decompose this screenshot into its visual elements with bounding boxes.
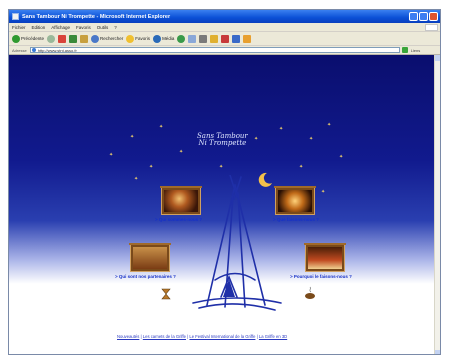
close-button[interactable] [429,12,438,21]
cauldron-icon [305,286,315,299]
partners-link[interactable]: > Qui sont nos partenaires ? [115,274,176,279]
refresh-icon [69,34,78,43]
scroll-down-arrow[interactable] [435,350,440,354]
forward-arrow-icon [47,34,56,43]
folder-icon [210,34,219,43]
logo-line-2: Ni Trompette [198,139,247,147]
site-logo[interactable]: Sans Tambour Ni Trompette [197,133,248,147]
history-button[interactable] [177,34,186,43]
minimize-button[interactable] [409,12,418,21]
home-button[interactable] [80,34,89,43]
menu-file[interactable]: Fichier [12,25,26,30]
extra-button[interactable] [243,34,252,43]
footer-link-news[interactable]: Nouveautés [117,334,139,339]
messenger-icon [232,34,241,43]
star-icon: ✦ [159,124,164,130]
history-icon [177,34,186,43]
hanging-rod [129,243,171,245]
footer-link-festival[interactable]: Le Festival International de la Griffe [189,334,255,339]
favorites-label: Favoris [135,36,151,41]
mail-button[interactable] [188,34,197,43]
address-url: http://www.stnt.asso.fr [37,48,77,53]
discuss-icon [221,34,230,43]
edit-button[interactable] [210,34,219,43]
star-icon: ✦ [109,152,114,158]
hourglass-icon [161,288,171,300]
ie-icon [12,13,19,20]
star-icon: ✦ [130,134,135,140]
back-label: Précédente [21,36,45,41]
mail-icon [188,34,197,43]
print-button[interactable] [199,34,208,43]
star-icon [126,34,135,43]
star-icon: ✦ [254,136,259,142]
vertical-scrollbar[interactable] [434,55,440,354]
messenger-button[interactable] [232,34,241,43]
media-icon [153,34,162,43]
photo-why-link[interactable] [304,243,346,271]
stop-icon [58,34,67,43]
menu-bar: Fichier Edition Affichage Favoris Outils… [9,23,440,32]
star-icon: ✦ [149,164,154,170]
page-icon [31,48,36,52]
print-icon [199,34,208,43]
discuss-button[interactable] [221,34,230,43]
go-button[interactable] [401,47,408,53]
menu-edit[interactable]: Edition [32,25,46,30]
home-icon [80,34,89,43]
hanging-rod [304,243,346,245]
forward-button[interactable] [47,34,56,43]
menu-view[interactable]: Affichage [51,25,70,30]
footer-link-carnets[interactable]: Les carnets de la Griffe [143,334,186,339]
links-label[interactable]: Liens [411,48,421,53]
star-icon: ✦ [134,176,139,182]
footer-link-3d[interactable]: La Griffe en 3D [259,334,287,339]
address-label: Adresse [12,47,27,53]
maximize-button[interactable] [419,12,428,21]
menu-favorites[interactable]: Favoris [76,25,91,30]
tipi-drawing [192,175,282,311]
windows-logo-icon [425,24,438,31]
media-label: Média [162,36,175,41]
star-icon: ✦ [339,154,344,160]
star-icon: ✦ [309,136,314,142]
footer-links: Nouveautés | Les carnets de la Griffe | … [117,334,287,339]
photo-partners-link[interactable] [129,243,171,271]
menu-tools[interactable]: Outils [97,25,109,30]
scroll-up-arrow[interactable] [435,55,440,61]
page-content: ✦ ✦ ✦ ✦ ✦ ✦ ✦ ✦ ✦ ✦ ✦ ✦ ✦ ✦ Sans Tambour… [9,55,440,354]
address-bar: Adresse http://www.stnt.asso.fr Liens [9,46,440,55]
search-button[interactable]: Rechercher [91,34,124,43]
refresh-button[interactable] [69,34,78,43]
star-icon: ✦ [327,122,332,128]
why-link[interactable]: > Pourquoi le faisons-nous ? [290,274,352,279]
window-title: Sans Tambour Ni Trompette - Microsoft In… [22,13,171,20]
menu-help[interactable]: ? [114,25,117,30]
title-bar[interactable]: Sans Tambour Ni Trompette - Microsoft In… [9,10,440,23]
star-icon: ✦ [219,164,224,170]
back-arrow-icon [12,34,20,43]
back-button[interactable]: Précédente [12,34,45,43]
search-label: Rechercher [100,36,124,41]
star-icon: ✦ [299,164,304,170]
search-icon [91,34,100,43]
address-input[interactable]: http://www.stnt.asso.fr [29,47,400,53]
star-icon: ✦ [179,149,184,155]
browser-window: Sans Tambour Ni Trompette - Microsoft In… [8,9,441,355]
favorites-button[interactable]: Favoris [126,34,151,43]
star-icon: ✦ [279,126,284,132]
toolbar-extra-icon [243,34,252,43]
star-icon: ✦ [321,189,326,195]
toolbar: Précédente Rechercher Favoris Média [9,32,440,46]
stop-button[interactable] [58,34,67,43]
media-button[interactable]: Média [153,34,175,43]
